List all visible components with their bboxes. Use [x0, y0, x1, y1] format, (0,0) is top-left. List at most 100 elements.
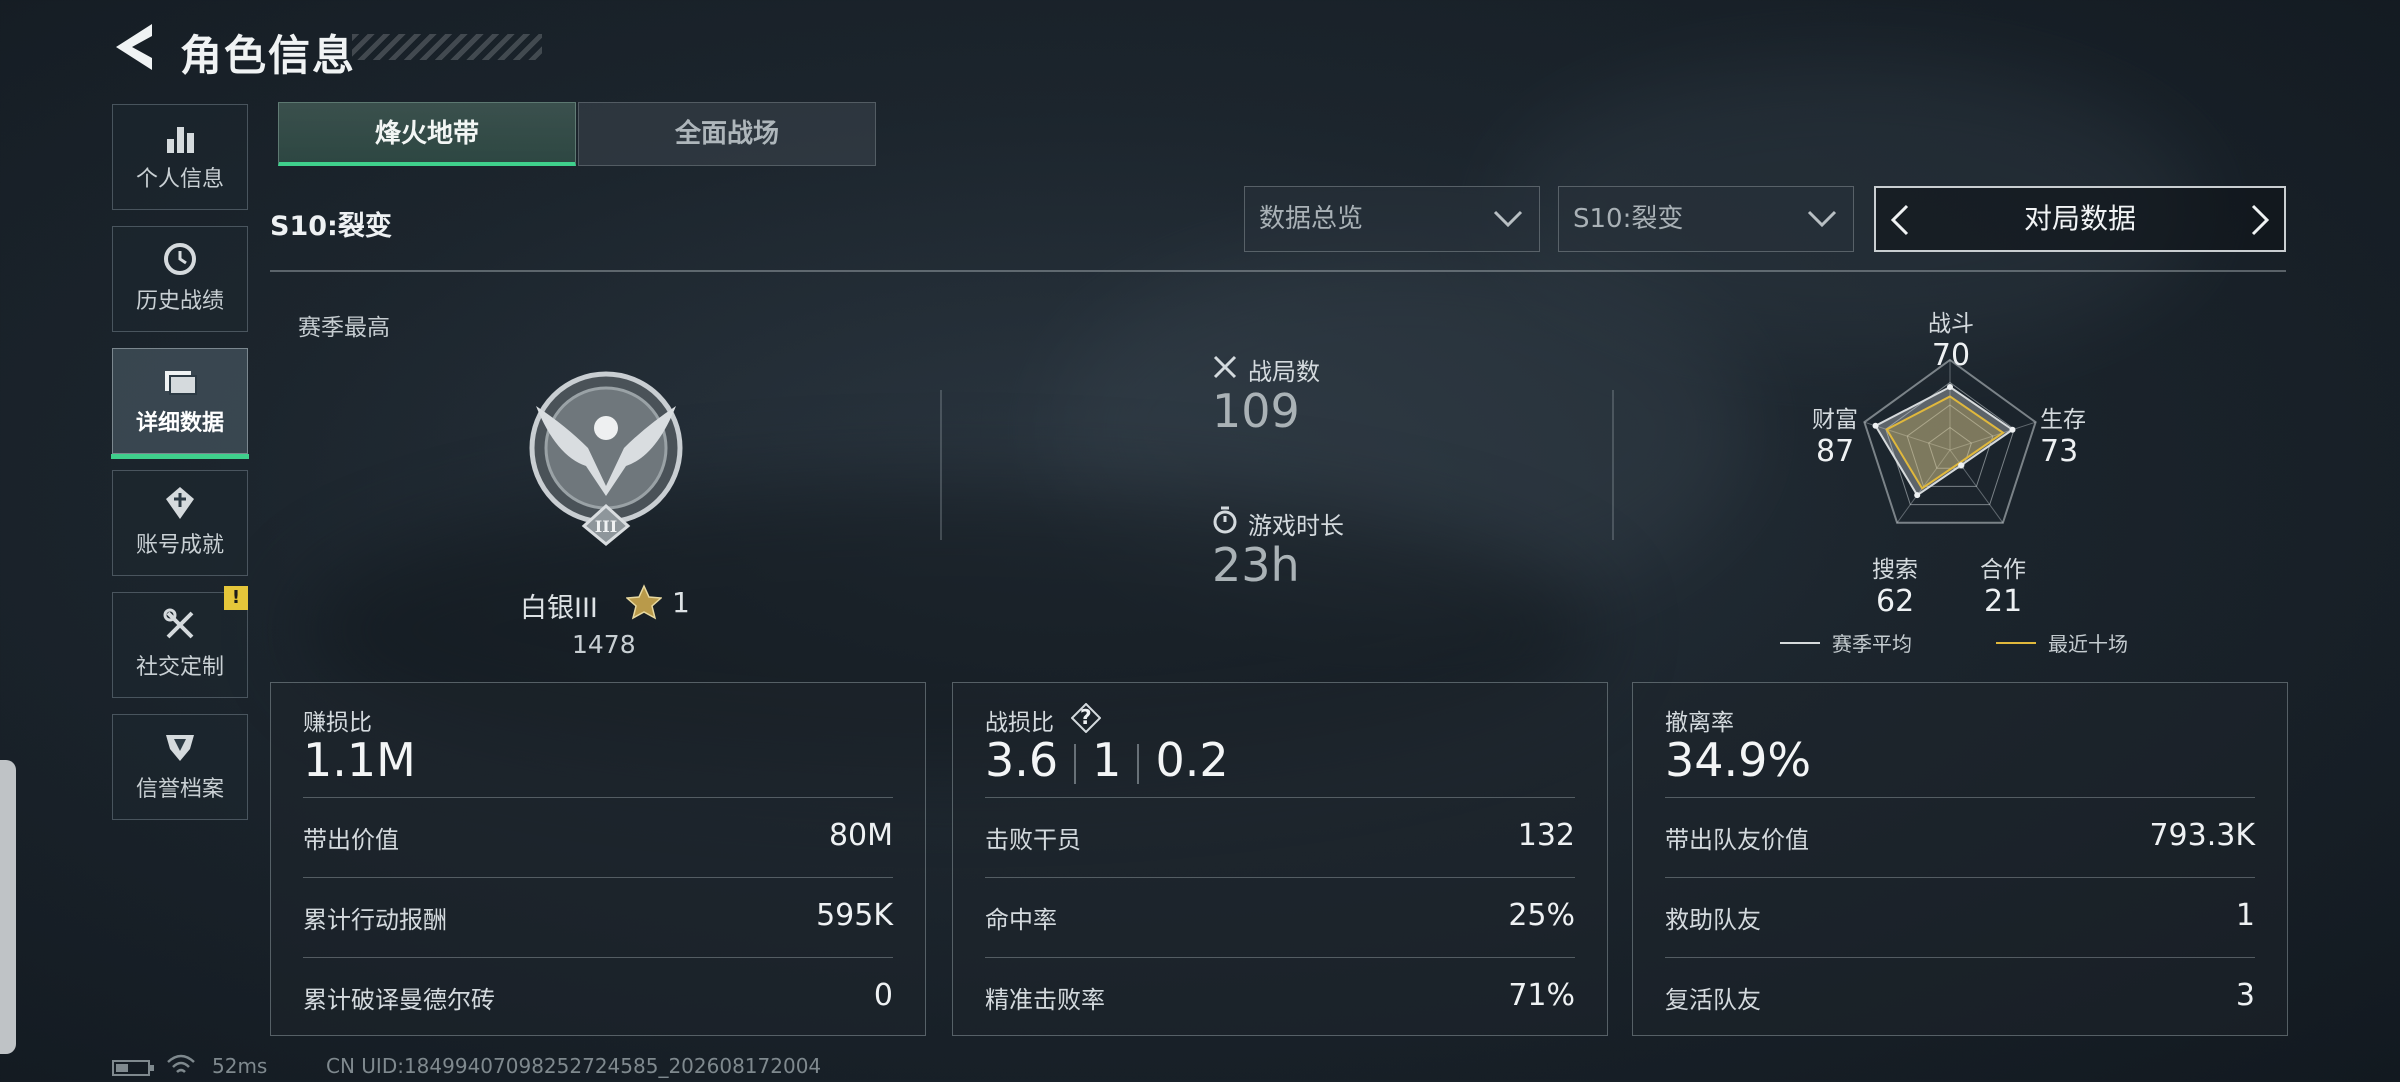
stat-label: 复活队友 [1665, 986, 1761, 1014]
pager-label: 对局数据 [2023, 202, 2136, 235]
radar-value-search: 62 [1876, 584, 1915, 619]
season-label: S10:裂变 [270, 211, 392, 242]
tab-full-battlefield[interactable]: 全面战场 [578, 102, 876, 166]
kd-value-1: 3.6 [985, 733, 1059, 787]
playtime-value: 23h [1212, 538, 1300, 592]
rank-score: 1478 [572, 630, 636, 659]
sidebar-item-label: 详细数据 [135, 411, 224, 436]
notification-badge: ! [224, 586, 248, 610]
star-icon [625, 584, 663, 624]
card-profit-ratio: 赚损比 1.1M 带出价值 80M 累计行动报酬 595K 累计破译曼德尔砖 0 [270, 682, 926, 1036]
radar-label-combat: 战斗 [1928, 311, 1974, 337]
chevron-right-icon[interactable] [2250, 204, 2270, 236]
radar-label-survival: 生存 [2040, 407, 2086, 433]
stat-row: 累计行动报酬 595K [303, 877, 893, 956]
page-title: 角色信息 [180, 31, 357, 80]
radar-point [1958, 462, 1965, 469]
stat-value: 71% [1508, 978, 1575, 1013]
card-value: 1.1M [303, 733, 416, 787]
tab-firezone[interactable]: 烽火地带 [278, 102, 576, 166]
stat-label: 累计破译曼德尔砖 [303, 986, 495, 1014]
sidebar-item-label: 个人信息 [135, 167, 224, 192]
stat-label: 救助队友 [1665, 906, 1761, 934]
kd-value-2: 1 [1092, 733, 1122, 787]
data-type-pager: 对局数据 [1874, 186, 2286, 252]
back-arrow-icon [116, 24, 152, 70]
legend-swatch-season-avg [1780, 642, 1820, 644]
stat-value: 793.3K [2149, 818, 2255, 853]
tools-icon [163, 608, 194, 639]
playtime-label: 游戏时长 [1248, 512, 1344, 540]
side-drawer-handle[interactable] [0, 760, 16, 1054]
title-decoration [352, 34, 542, 60]
stat-row: 救助队友 1 [1665, 877, 2255, 956]
rank-name: 白银III [520, 593, 598, 624]
sidebar-item-label: 账号成就 [135, 533, 224, 558]
card-title: 战损比 [985, 710, 1054, 736]
card-extraction-rate: 撤离率 34.9% 带出队友价值 793.3K 救助队友 1 复活队友 3 [1632, 682, 2288, 1036]
sidebar-item-history[interactable]: 历史战绩 [112, 226, 248, 332]
stat-label: 累计行动报酬 [303, 906, 447, 934]
card-kd-ratio: 战损比 ? 3.6 1 0.2 击败干员 132 命中率 25% 精准击败率 71% [952, 682, 1608, 1036]
divider [270, 270, 2286, 272]
stat-row: 复活队友 3 [1665, 957, 2255, 1036]
card-value: 3.6 1 0.2 [985, 733, 1229, 787]
divider [1137, 743, 1140, 784]
stat-value: 1 [2235, 898, 2255, 933]
legend-swatch-recent [1996, 642, 2036, 644]
radar-point [2009, 426, 2016, 433]
stat-label: 精准击败率 [985, 986, 1105, 1014]
stat-label: 命中率 [985, 906, 1057, 934]
rank-emblem: III [526, 366, 686, 550]
sidebar-item-achievements[interactable]: 账号成就 [112, 470, 248, 576]
rank-numeral: III [595, 517, 617, 536]
sidebar-item-label: 历史战绩 [135, 289, 224, 314]
help-button[interactable]: ? [1070, 702, 1102, 734]
wifi-icon [166, 1052, 196, 1082]
shield-icon [166, 735, 194, 761]
bar-chart-icon [167, 127, 194, 153]
sidebar-item-label: 社交定制 [135, 655, 224, 680]
stat-value: 0 [873, 978, 893, 1013]
sidebar-item-personal-info[interactable]: 个人信息 [112, 104, 248, 210]
stat-value: 80M [828, 818, 893, 853]
legend-season-avg: 赛季平均 [1832, 632, 1912, 656]
stat-label: 带出队友价值 [1665, 826, 1809, 854]
radar-value-combat: 70 [1931, 338, 1971, 373]
sidebar-item-label: 信誉档案 [135, 777, 224, 802]
stat-row: 击败干员 132 [985, 797, 1575, 876]
radar-label-search: 搜索 [1872, 557, 1918, 583]
radar-point [1872, 422, 1879, 429]
radar-value-wealth: 87 [1816, 434, 1855, 469]
season-dropdown[interactable]: S10:裂变 [1558, 186, 1854, 252]
kd-value-3: 0.2 [1155, 733, 1229, 787]
sidebar-item-detailed-data[interactable]: 详细数据 [111, 348, 249, 459]
divider [940, 390, 942, 540]
radar-point [1914, 492, 1921, 499]
radar-value-teamwork: 21 [1984, 584, 2023, 619]
sidebar-item-reputation[interactable]: 信誉档案 [112, 714, 248, 820]
overview-dropdown[interactable]: 数据总览 [1244, 186, 1540, 252]
stat-row: 带出价值 80M [303, 797, 893, 876]
achievement-icon [166, 487, 194, 519]
stat-row: 精准击败率 71% [985, 957, 1575, 1036]
eagle-emblem-icon: III [529, 371, 683, 546]
stat-row: 累计破译曼德尔砖 0 [303, 957, 893, 1036]
radar-value-survival: 73 [2040, 434, 2079, 469]
back-button[interactable] [112, 22, 156, 72]
radar-label-teamwork: 合作 [1980, 557, 2026, 583]
divider [1612, 390, 1614, 540]
folder-icon [165, 371, 197, 395]
stopwatch-icon [1212, 506, 1238, 538]
battery-icon [112, 1058, 156, 1082]
stat-value: 132 [1517, 818, 1575, 853]
card-value: 34.9% [1665, 733, 1812, 787]
ping-text: 52ms [212, 1054, 268, 1078]
uid-text: CN UID:18499407098252724585_202608172004 [326, 1054, 822, 1078]
season-best-label: 赛季最高 [298, 315, 390, 341]
stat-value: 595K [816, 898, 893, 933]
stat-value: 3 [2235, 978, 2255, 1013]
stat-label: 击败干员 [985, 826, 1081, 854]
stat-row: 命中率 25% [985, 877, 1575, 956]
chevron-left-icon[interactable] [1890, 204, 1910, 236]
